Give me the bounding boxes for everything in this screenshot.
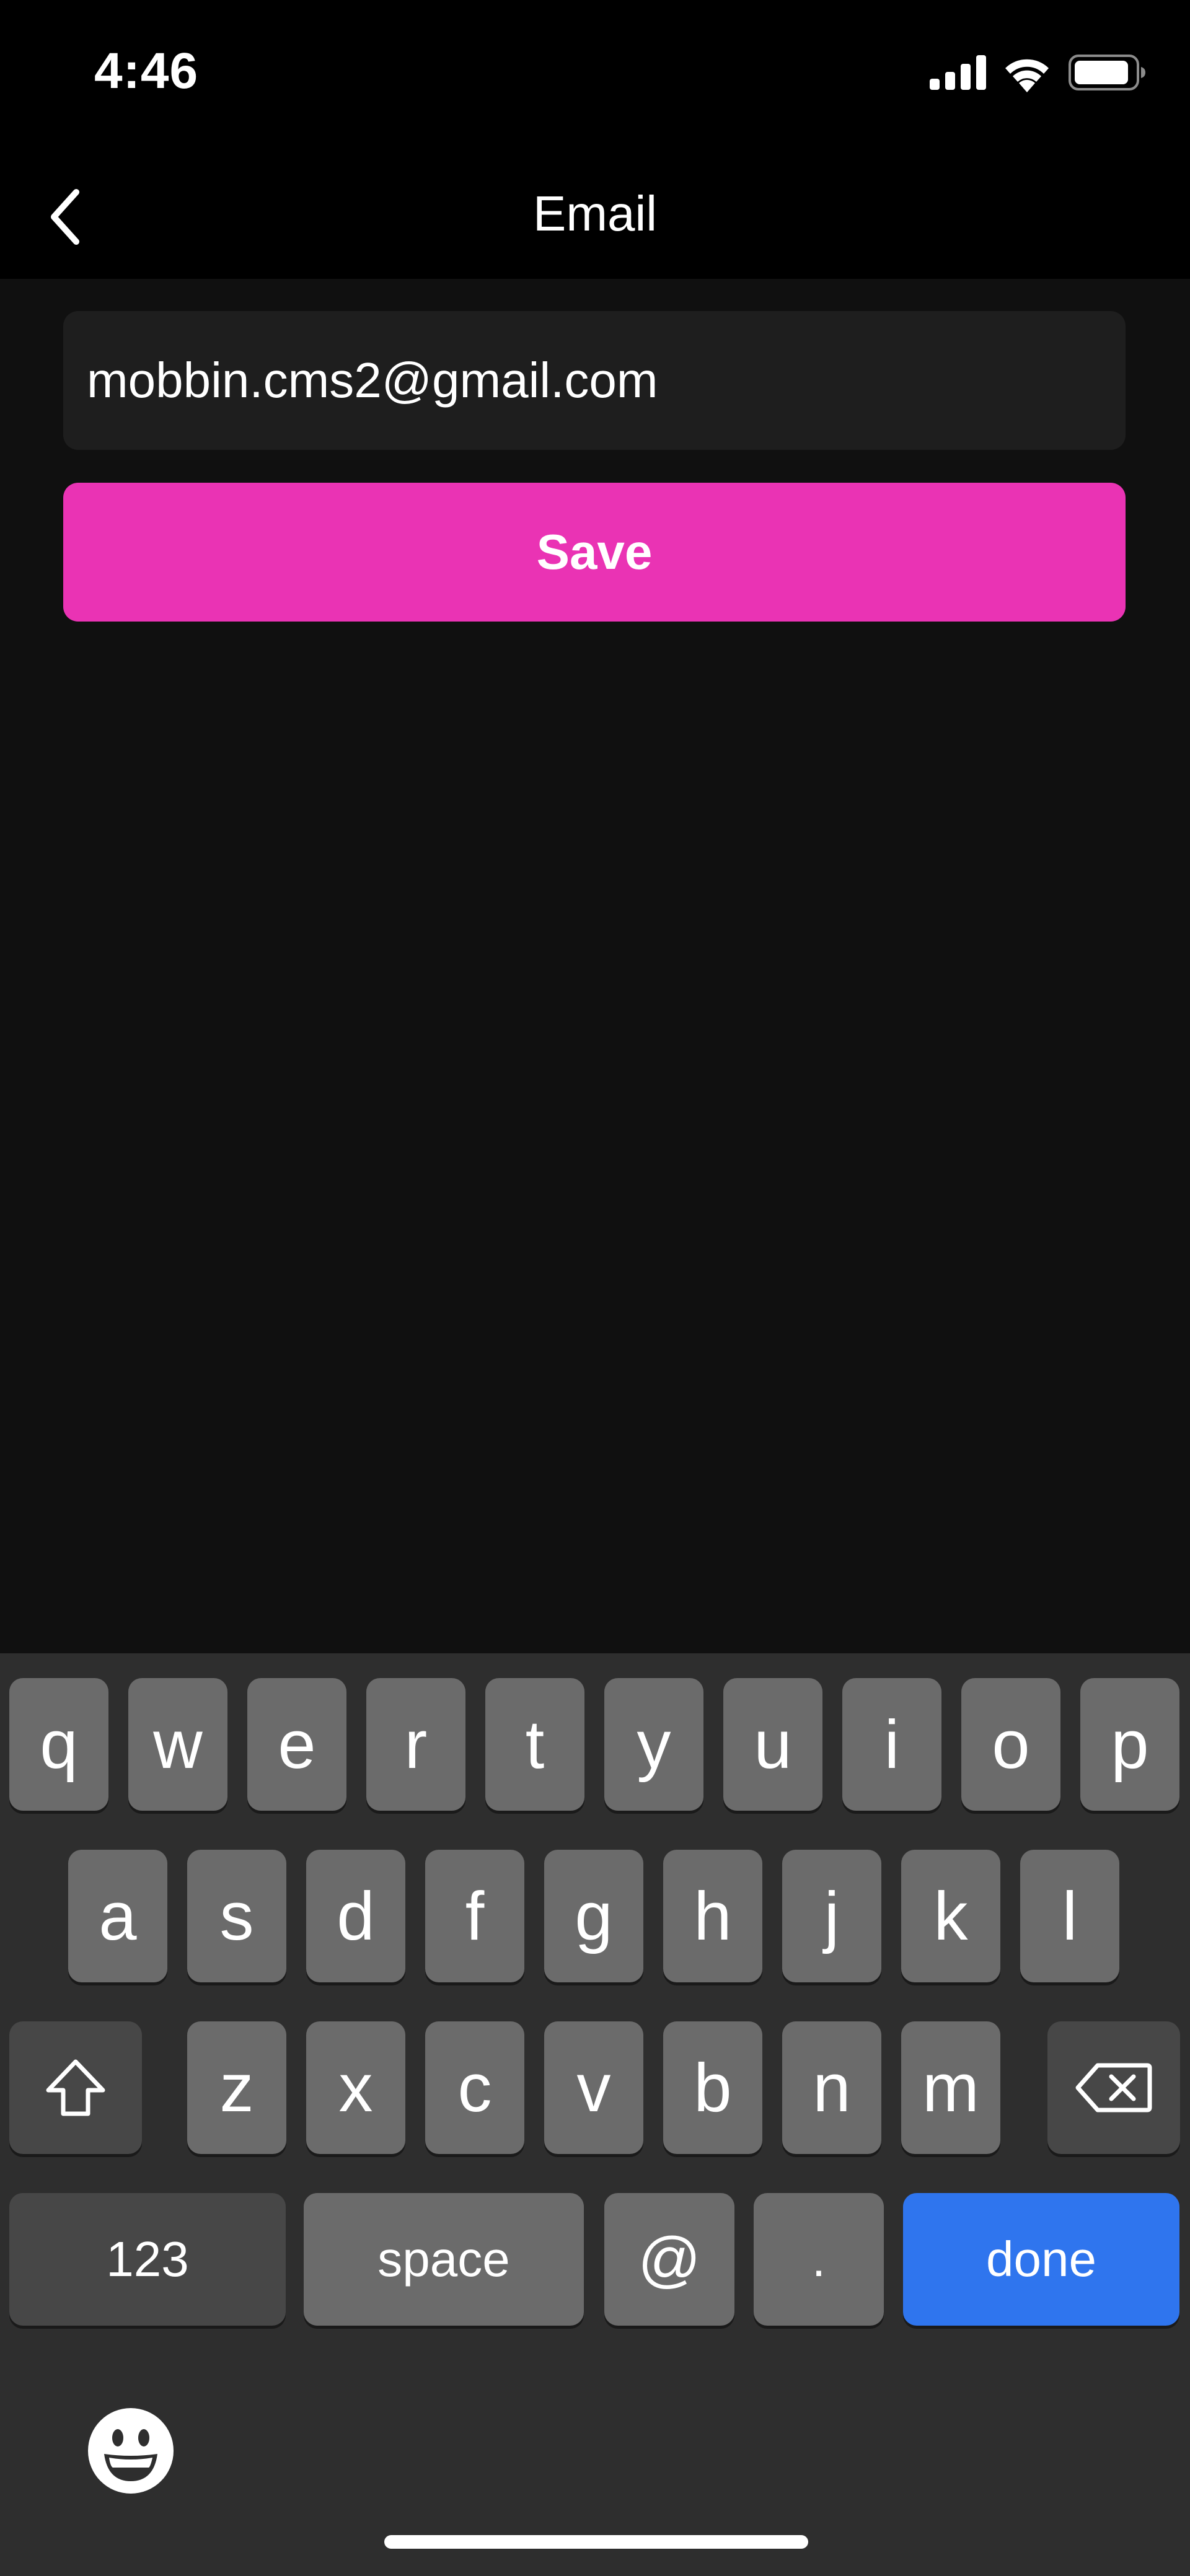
- key-n[interactable]: n: [782, 2021, 881, 2154]
- key-h[interactable]: h: [663, 1850, 762, 1982]
- key-d[interactable]: d: [306, 1850, 405, 1982]
- space-key[interactable]: space: [304, 2193, 584, 2326]
- emoji-icon[interactable]: [87, 2407, 175, 2495]
- done-key[interactable]: done: [903, 2193, 1179, 2326]
- key-z[interactable]: z: [187, 2021, 286, 2154]
- shift-icon: [46, 2059, 105, 2116]
- key-p[interactable]: p: [1080, 1678, 1179, 1811]
- key-i[interactable]: i: [842, 1678, 941, 1811]
- key-l[interactable]: l: [1020, 1850, 1119, 1982]
- home-indicator: [384, 2535, 808, 2549]
- key-f[interactable]: f: [425, 1850, 524, 1982]
- save-button[interactable]: Save: [63, 483, 1126, 622]
- delete-key[interactable]: [1047, 2021, 1180, 2154]
- dot-key[interactable]: .: [754, 2193, 884, 2326]
- key-q[interactable]: q: [9, 1678, 108, 1811]
- key-y[interactable]: y: [604, 1678, 703, 1811]
- wifi-icon: [1005, 59, 1049, 92]
- key-x[interactable]: x: [306, 2021, 405, 2154]
- key-r[interactable]: r: [366, 1678, 465, 1811]
- page-title: Email: [532, 186, 658, 241]
- status-time: 4:46: [94, 43, 199, 99]
- key-k[interactable]: k: [901, 1850, 1000, 1982]
- keyboard: q w e r t y u i o p a s d f g h j k l z …: [0, 1653, 1190, 2576]
- status-icons: [930, 51, 1147, 94]
- battery-icon: [1069, 55, 1145, 90]
- delete-icon: [1075, 2063, 1152, 2112]
- at-key[interactable]: @: [604, 2193, 734, 2326]
- key-m[interactable]: m: [901, 2021, 1000, 2154]
- key-w[interactable]: w: [128, 1678, 227, 1811]
- key-t[interactable]: t: [485, 1678, 584, 1811]
- key-s[interactable]: s: [187, 1850, 286, 1982]
- top-bar: 4:46 Email: [0, 0, 1190, 279]
- key-j[interactable]: j: [782, 1850, 881, 1982]
- shift-key[interactable]: [9, 2021, 142, 2154]
- key-b[interactable]: b: [663, 2021, 762, 2154]
- key-a[interactable]: a: [68, 1850, 167, 1982]
- key-u[interactable]: u: [723, 1678, 822, 1811]
- numbers-key[interactable]: 123: [9, 2193, 286, 2326]
- key-g[interactable]: g: [544, 1850, 643, 1982]
- key-e[interactable]: e: [247, 1678, 346, 1811]
- email-field[interactable]: [63, 311, 1126, 450]
- signal-icon: [930, 55, 986, 90]
- key-c[interactable]: c: [425, 2021, 524, 2154]
- key-v[interactable]: v: [544, 2021, 643, 2154]
- key-o[interactable]: o: [961, 1678, 1060, 1811]
